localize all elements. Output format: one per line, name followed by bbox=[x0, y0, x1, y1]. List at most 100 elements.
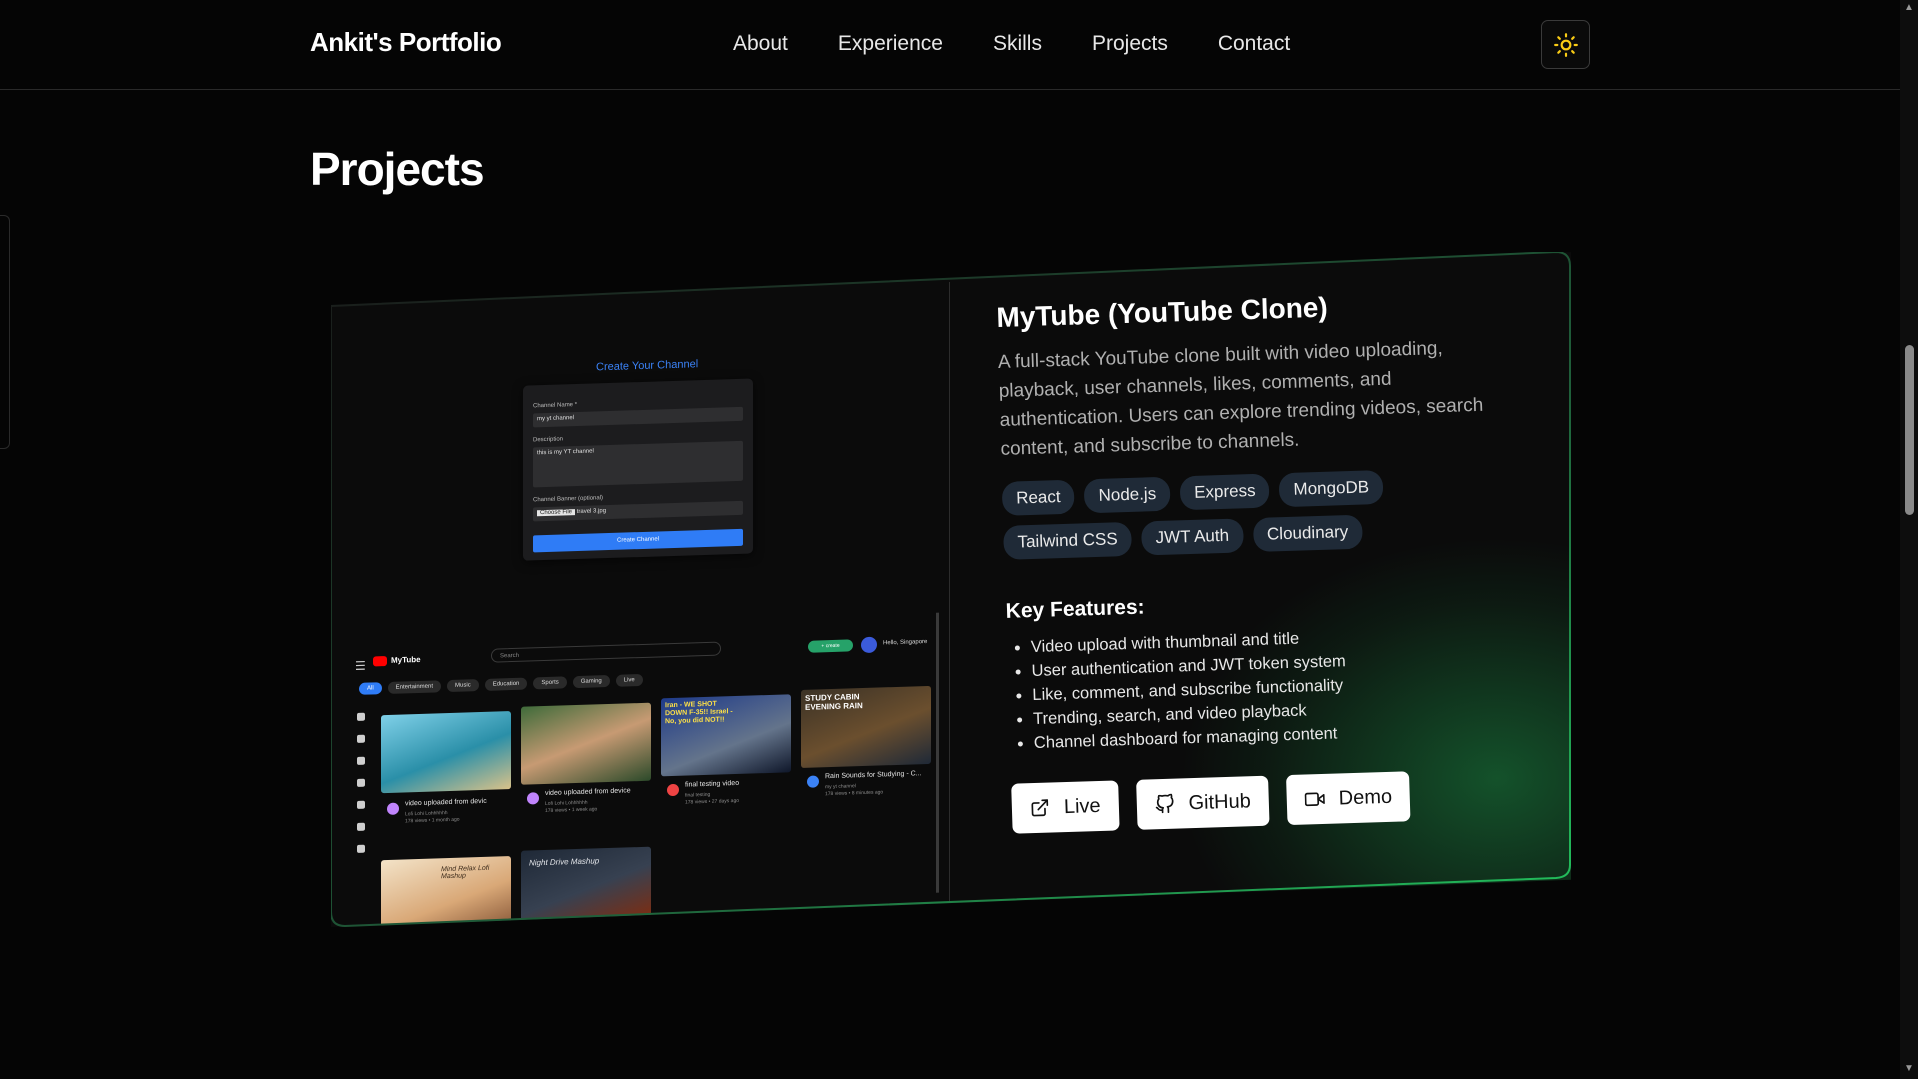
project-description: A full-stack YouTube clone built with vi… bbox=[997, 337, 1484, 460]
chip: Gaming bbox=[572, 674, 610, 689]
channel-avatar bbox=[807, 775, 819, 788]
tech-tag: Express bbox=[1179, 473, 1271, 511]
video-thumbnail bbox=[381, 711, 511, 794]
preview-scrollbar bbox=[936, 612, 939, 893]
chip: Music bbox=[447, 679, 479, 693]
project-title: MyTube (YouTube Clone) bbox=[996, 291, 1329, 333]
project-info: MyTube (YouTube Clone) A full-stack YouT… bbox=[996, 286, 1532, 834]
card-divider bbox=[949, 282, 950, 902]
tech-tag: Tailwind CSS bbox=[1003, 521, 1133, 560]
scroll-up-arrow-icon[interactable]: ▲ bbox=[1904, 2, 1914, 13]
nav-link-contact[interactable]: Contact bbox=[1218, 32, 1290, 56]
tech-tag: MongoDB bbox=[1279, 469, 1384, 508]
nav-link-experience[interactable]: Experience bbox=[838, 32, 943, 56]
chip: Sports bbox=[533, 676, 567, 690]
brand-logo[interactable]: Ankit's Portfolio bbox=[310, 27, 502, 58]
mytube-search: Search bbox=[491, 641, 721, 663]
create-channel-button: Create Channel bbox=[533, 528, 743, 553]
choose-file-button: Choose File bbox=[537, 509, 576, 517]
external-link-icon bbox=[1031, 799, 1049, 817]
video-thumbnail: Mind Relax Lofi Mashup bbox=[381, 856, 511, 927]
project-screenshot: Create Your Channel Channel Name * my yt… bbox=[341, 293, 941, 927]
thumbnail-text: STUDY CABIN EVENING RAIN bbox=[805, 692, 863, 712]
key-features-title: Key Features: bbox=[1005, 595, 1145, 623]
channel-avatar bbox=[667, 783, 679, 797]
chip: Education bbox=[484, 677, 528, 691]
mytube-logo-icon bbox=[373, 655, 387, 667]
tech-tags: React Node.js Express MongoDB Tailwind C… bbox=[1001, 467, 1474, 560]
subscriptions-icon bbox=[357, 756, 365, 765]
nav-link-projects[interactable]: Projects bbox=[1092, 32, 1168, 56]
video-title: video uploaded from devic bbox=[405, 797, 487, 808]
tech-tag: Cloudinary bbox=[1252, 514, 1363, 553]
project-actions: Live GitHub Demo bbox=[1011, 767, 1532, 834]
library-icon bbox=[357, 778, 365, 787]
demo-button-label: Demo bbox=[1338, 785, 1393, 809]
project-card-body: Create Your Channel Channel Name * my yt… bbox=[331, 252, 1571, 927]
sun-icon bbox=[1553, 32, 1578, 57]
create-channel-title: Create Your Channel bbox=[596, 358, 699, 374]
demo-button[interactable]: Demo bbox=[1285, 771, 1411, 826]
scroll-down-arrow-icon[interactable]: ▼ bbox=[1904, 1063, 1914, 1074]
thumbnail-text: Iran - WE SHOT DOWN F-35!! Israel - No, … bbox=[665, 700, 733, 726]
banner-label: Channel Banner (optional) bbox=[533, 495, 604, 504]
mytube-sidebar bbox=[357, 712, 365, 853]
live-button[interactable]: Live bbox=[1011, 780, 1120, 834]
description-field: this is my YT channel bbox=[533, 440, 743, 488]
github-button[interactable]: GitHub bbox=[1135, 775, 1270, 830]
channel-name-field: my yt channel bbox=[533, 406, 743, 428]
channel-name-label: Channel Name * bbox=[533, 402, 578, 410]
tech-tag: Node.js bbox=[1084, 476, 1171, 514]
video-thumbnail: Night Drive Mashup bbox=[521, 846, 651, 921]
video-thumbnail bbox=[521, 702, 651, 785]
thumbnail-text: Mind Relax Lofi Mashup bbox=[441, 864, 490, 881]
github-button-label: GitHub bbox=[1188, 789, 1252, 814]
thumbnail-text: Night Drive Mashup bbox=[529, 856, 600, 868]
video-meta: 178 views • 1 month ago bbox=[405, 816, 460, 825]
nav-link-skills[interactable]: Skills bbox=[993, 32, 1042, 56]
mytube-greeting: Hello, Singapore bbox=[883, 639, 928, 647]
channel-avatar bbox=[527, 792, 539, 805]
side-drawer-handle[interactable] bbox=[0, 215, 10, 449]
video-icon bbox=[1304, 792, 1325, 807]
home-icon bbox=[357, 712, 365, 721]
video-thumbnail: STUDY CABIN EVENING RAIN bbox=[801, 685, 931, 768]
create-channel-form: Channel Name * my yt channel Description… bbox=[523, 378, 753, 561]
video-meta: 178 views • 8 minutes ago bbox=[825, 789, 884, 798]
nav-link-about[interactable]: About bbox=[733, 32, 788, 56]
liked-icon bbox=[357, 844, 365, 853]
menu-icon: ☰ bbox=[355, 658, 366, 673]
explore-icon bbox=[357, 734, 365, 743]
history-icon bbox=[357, 800, 365, 809]
chip: Entertainment bbox=[387, 680, 442, 694]
video-channel: my yt channel bbox=[825, 783, 856, 791]
theme-toggle-button[interactable] bbox=[1541, 20, 1590, 69]
video-meta: 178 views • 27 days ago bbox=[685, 797, 740, 806]
scrollbar-thumb[interactable] bbox=[1905, 345, 1914, 515]
nav-links: About Experience Skills Projects Contact bbox=[733, 32, 1340, 56]
mytube-create-button: + create bbox=[808, 639, 853, 653]
navbar: Ankit's Portfolio About Experience Skill… bbox=[0, 0, 1900, 90]
watch-later-icon bbox=[357, 822, 365, 831]
video-thumbnail: Iran - WE SHOT DOWN F-35!! Israel - No, … bbox=[661, 694, 791, 777]
chip: Live bbox=[615, 673, 643, 687]
live-button-label: Live bbox=[1063, 794, 1101, 818]
video-meta: 178 views • 1 week ago bbox=[545, 806, 598, 815]
banner-field: Choose File travel 3.jpg bbox=[533, 500, 743, 522]
tech-tag: React bbox=[1001, 479, 1076, 516]
key-features-list: Video upload with thumbnail and title Us… bbox=[1006, 620, 1530, 756]
mytube-avatar bbox=[861, 636, 877, 654]
section-title: Projects bbox=[310, 143, 485, 195]
channel-avatar bbox=[387, 802, 399, 815]
mytube-logo-text: MyTube bbox=[391, 654, 421, 665]
tech-tag: JWT Auth bbox=[1141, 518, 1244, 556]
page-scrollbar[interactable]: ▲ ▼ bbox=[1900, 0, 1918, 1079]
video-channel: final testing bbox=[685, 791, 711, 799]
video-title: Rain Sounds for Studying - C... bbox=[825, 770, 922, 781]
chip: All bbox=[359, 682, 382, 695]
file-name: travel 3.jpg bbox=[576, 508, 607, 516]
github-icon bbox=[1155, 793, 1174, 814]
video-title: video uploaded from device bbox=[545, 787, 631, 798]
project-card: Create Your Channel Channel Name * my yt… bbox=[331, 252, 1571, 927]
description-label: Description bbox=[533, 436, 564, 444]
